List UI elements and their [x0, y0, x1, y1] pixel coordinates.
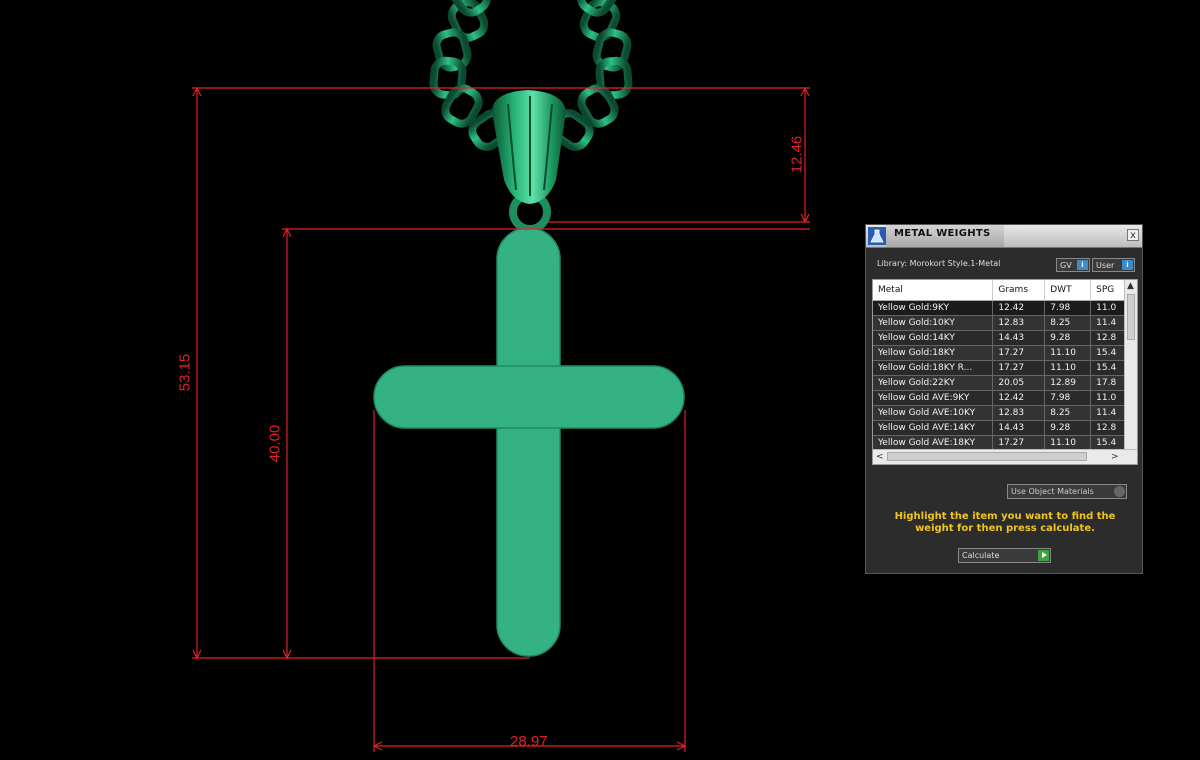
hint-text: Highlight the item you want to find the …	[894, 511, 1116, 534]
table-cell: 9.28	[1044, 420, 1092, 436]
table-row[interactable]: Yellow Gold:10KY 12.83 8.25 11.4	[873, 315, 1137, 331]
column-header-dwt[interactable]: DWT	[1044, 280, 1092, 301]
table-cell: Yellow Gold:18KY R...	[873, 360, 994, 376]
table-row[interactable]: Yellow Gold:14KY 14.43 9.28 12.8	[873, 330, 1137, 346]
horizontal-scrollbar[interactable]: < >	[873, 449, 1137, 464]
calculate-label: Calculate	[962, 551, 1000, 560]
table-cell: Yellow Gold AVE:10KY	[873, 405, 994, 421]
play-icon[interactable]	[1038, 550, 1049, 561]
scroll-up-icon[interactable]: ▲	[1127, 281, 1134, 291]
table-row[interactable]: Yellow Gold AVE:14KY 14.43 9.28 12.8	[873, 420, 1137, 436]
calculate-button[interactable]: Calculate	[958, 548, 1051, 563]
table-row[interactable]: Yellow Gold:18KY 17.27 11.10 15.4	[873, 345, 1137, 361]
width-label: 28.97	[510, 733, 548, 750]
table-cell: 11.10	[1044, 360, 1092, 376]
horizontal-scroll-thumb[interactable]	[887, 452, 1087, 461]
table-cell: 9.28	[1044, 330, 1092, 346]
table-row[interactable]: Yellow Gold AVE:9KY 12.42 7.98 11.0	[873, 390, 1137, 406]
table-cell: 12.42	[992, 390, 1046, 406]
table-cell: Yellow Gold AVE:14KY	[873, 420, 994, 436]
table-cell: 7.98	[1044, 300, 1092, 316]
gv-info-icon[interactable]: i	[1077, 260, 1088, 270]
table-cell: Yellow Gold:14KY	[873, 330, 994, 346]
table-cell: 14.43	[992, 330, 1046, 346]
scroll-right-icon[interactable]: >	[1111, 452, 1119, 462]
vertical-scrollbar[interactable]: ▲	[1124, 280, 1137, 450]
flask-icon	[868, 227, 886, 245]
cross-pendant	[373, 227, 685, 657]
scroll-left-icon[interactable]: <	[876, 452, 884, 462]
table-row[interactable]: Yellow Gold:9KY 12.42 7.98 11.0	[873, 300, 1137, 316]
panel-title: METAL WEIGHTS	[894, 228, 991, 239]
table-cell: 17.27	[992, 345, 1046, 361]
table-cell: 14.43	[992, 420, 1046, 436]
table-header-row: Metal Grams DWT SPG	[873, 280, 1137, 301]
radio-icon[interactable]	[1114, 486, 1125, 497]
column-header-grams[interactable]: Grams	[992, 280, 1046, 301]
library-label: Library: Morokort Style.1-Metal	[877, 259, 1001, 268]
vertical-scroll-thumb[interactable]	[1127, 294, 1135, 340]
table-row[interactable]: Yellow Gold AVE:10KY 12.83 8.25 11.4	[873, 405, 1137, 421]
table-cell: 20.05	[992, 375, 1046, 391]
table-row[interactable]: Yellow Gold:18KY R... 17.27 11.10 15.4	[873, 360, 1137, 376]
close-button[interactable]: x	[1127, 229, 1139, 241]
bail-height-label: 12.46	[788, 135, 806, 174]
table-cell: 17.27	[992, 360, 1046, 376]
pendant-bail	[492, 90, 566, 233]
user-info-icon[interactable]: i	[1122, 260, 1133, 270]
gv-toggle[interactable]: GV i	[1056, 258, 1090, 272]
table-cell: 11.10	[1044, 345, 1092, 361]
table-cell: Yellow Gold AVE:9KY	[873, 390, 994, 406]
table-cell: 7.98	[1044, 390, 1092, 406]
body-height-label: 40.00	[266, 424, 284, 463]
table-cell: 12.89	[1044, 375, 1092, 391]
gv-label: GV	[1060, 261, 1072, 270]
use-object-materials-label: Use Object Materials	[1011, 487, 1094, 496]
table-cell: Yellow Gold:18KY	[873, 345, 994, 361]
table-cell: Yellow Gold:9KY	[873, 300, 994, 316]
table-cell: 12.83	[992, 405, 1046, 421]
panel-titlebar[interactable]: METAL WEIGHTS x	[866, 225, 1142, 248]
column-header-metal[interactable]: Metal	[873, 280, 994, 301]
table-cell: 8.25	[1044, 315, 1092, 331]
metals-table[interactable]: Metal Grams DWT SPG Yellow Gold:9KY 12.42…	[872, 279, 1138, 465]
table-cell: Yellow Gold:22KY	[873, 375, 994, 391]
table-row[interactable]: Yellow Gold:22KY 20.05 12.89 17.8	[873, 375, 1137, 391]
table-cell: 12.83	[992, 315, 1046, 331]
table-cell: 12.42	[992, 300, 1046, 316]
table-cell: Yellow Gold:10KY	[873, 315, 994, 331]
user-toggle[interactable]: User i	[1092, 258, 1135, 272]
user-label: User	[1096, 261, 1115, 270]
use-object-materials-toggle[interactable]: Use Object Materials	[1007, 484, 1127, 499]
table-cell: 8.25	[1044, 405, 1092, 421]
metal-weights-panel: METAL WEIGHTS x Library: Morokort Style.…	[865, 224, 1143, 574]
total-height-label: 53.15	[176, 353, 194, 392]
